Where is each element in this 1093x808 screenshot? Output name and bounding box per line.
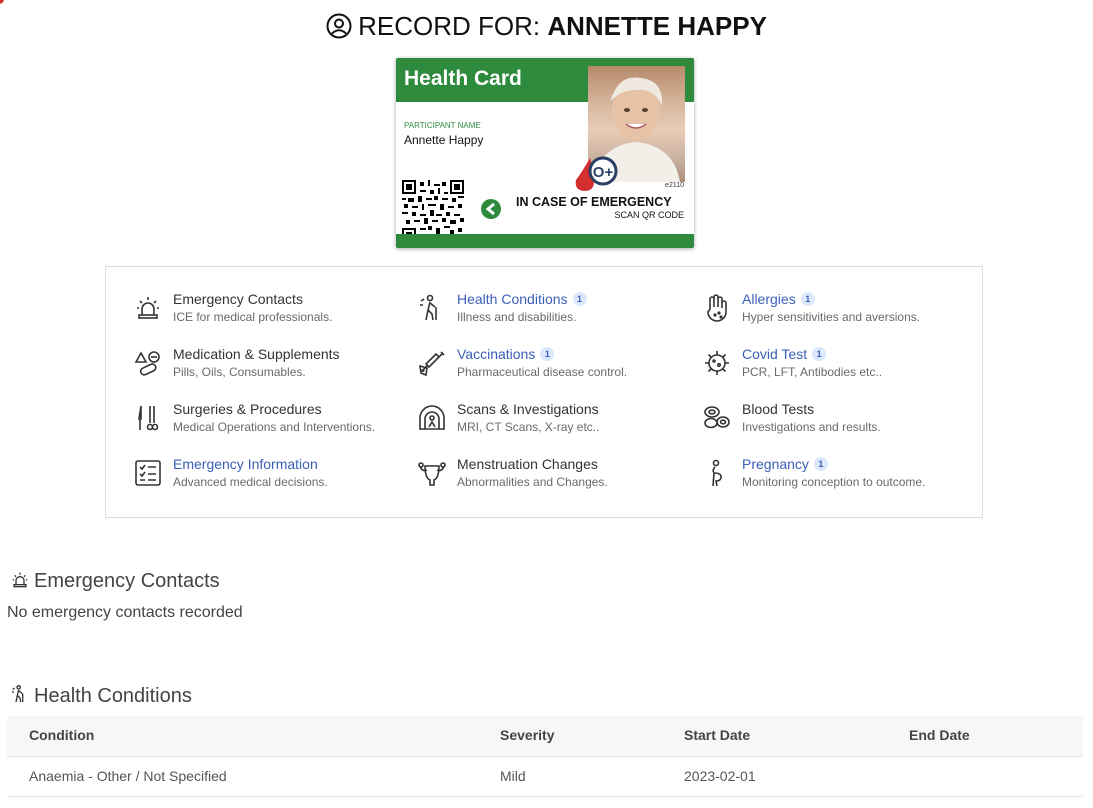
column-header-condition[interactable]: Condition (29, 716, 94, 754)
category-subtitle: PCR, LFT, Antibodies etc.. (742, 365, 883, 379)
count-badge: 1 (812, 347, 827, 361)
page-title: RECORD FOR: ANNETTE HAPPY (0, 8, 1093, 48)
emergency-contacts-heading: Emergency Contacts (10, 567, 220, 598)
category-title: Surgeries & Procedures (173, 401, 322, 417)
blood-type-badge: O+ (572, 154, 622, 199)
empty-contacts-message: No emergency contacts recorded (7, 604, 243, 621)
category-blood-tests[interactable]: Blood Tests Investigations and results. (702, 401, 972, 441)
category-subtitle: Hyper sensitivities and aversions. (742, 310, 921, 324)
category-health-conditions[interactable]: Health Conditions 1 Illness and disabilit… (417, 291, 687, 331)
category-medication-supplements[interactable]: Medication & Supplements Pills, Oils, Co… (133, 346, 403, 386)
category-subtitle: Illness and disabilities. (457, 310, 577, 324)
category-title: Medication & Supplements (173, 346, 340, 362)
back-arrow-icon (480, 198, 502, 225)
category-title: Menstruation Changes (457, 456, 598, 472)
health-card[interactable]: Health Card PARTICIPANT NAME Annette Hap… (396, 58, 694, 248)
category-pregnancy[interactable]: Pregnancy 1 Monitoring conception to outc… (702, 456, 972, 496)
category-emergency-contacts[interactable]: Emergency Contacts ICE for medical profe… (133, 291, 403, 331)
category-title-text: Covid Test (742, 346, 808, 362)
category-subtitle: Monitoring conception to outcome. (742, 475, 926, 489)
category-subtitle: Investigations and results. (742, 420, 881, 434)
section-title: Emergency Contacts (34, 570, 220, 592)
category-surgeries-procedures[interactable]: Surgeries & Procedures Medical Operation… (133, 401, 403, 441)
ice-text: IN CASE OF EMERGENCY (516, 195, 672, 209)
participant-name-label: PARTICIPANT NAME (404, 121, 481, 130)
uterus-icon (417, 458, 447, 488)
participant-name: Annette Happy (404, 133, 484, 147)
scalpel-icon (133, 403, 163, 433)
health-conditions-heading: Health Conditions (10, 682, 192, 713)
category-subtitle: Abnormalities and Changes. (457, 475, 608, 489)
patient-name: ANNETTE HAPPY (547, 11, 767, 41)
category-menstruation-changes[interactable]: Menstruation Changes Abnormalities and C… (417, 456, 687, 496)
virus-icon (702, 348, 732, 378)
user-circle-icon (326, 12, 352, 48)
category-title: Health Conditions 1 (457, 291, 587, 307)
category-title-text: Allergies (742, 291, 796, 307)
table-header: Condition Severity Start Date End Date (7, 716, 1083, 757)
column-header-severity[interactable]: Severity (500, 716, 554, 754)
category-title: Emergency Information (173, 456, 318, 472)
condition-cell: Anaemia - Other / Not Specified (29, 768, 227, 784)
start-date-cell: 2023-02-01 (684, 768, 756, 784)
category-title: Pregnancy 1 (742, 456, 828, 472)
category-title: Blood Tests (742, 401, 815, 417)
category-subtitle: Advanced medical decisions. (173, 475, 328, 489)
person-cane-icon (417, 293, 447, 323)
category-subtitle: Pharmaceutical disease control. (457, 365, 628, 379)
category-subtitle: Pills, Oils, Consumables. (173, 365, 306, 379)
count-badge: 1 (813, 457, 828, 471)
category-emergency-information[interactable]: Emergency Information Advanced medical d… (133, 456, 403, 496)
pregnant-icon (702, 458, 732, 488)
category-allergies[interactable]: Allergies 1 Hyper sensitivities and avers… (702, 291, 972, 331)
column-header-start-date[interactable]: Start Date (684, 716, 750, 754)
category-subtitle: ICE for medical professionals. (173, 310, 333, 324)
card-title: Health Card (404, 67, 522, 90)
category-title-text: Pregnancy (742, 456, 809, 472)
category-covid-test[interactable]: Covid Test 1 PCR, LFT, Antibodies etc.. (702, 346, 972, 386)
category-subtitle: Medical Operations and Interventions. (173, 420, 376, 434)
card-footer-band (396, 234, 694, 248)
categories-panel: Emergency Contacts ICE for medical profe… (105, 266, 983, 518)
count-badge: 1 (800, 292, 815, 306)
blood-cells-icon (702, 403, 732, 433)
column-header-end-date[interactable]: End Date (909, 716, 970, 754)
category-title: Vaccinations 1 (457, 346, 555, 362)
title-prefix: RECORD FOR: (358, 11, 541, 41)
corner-marker (0, 0, 4, 4)
category-vaccinations[interactable]: Vaccinations 1 Pharmaceutical disease con… (417, 346, 687, 386)
category-title: Covid Test 1 (742, 346, 827, 362)
blood-type-text: O+ (593, 164, 614, 181)
category-title: Emergency Contacts (173, 291, 303, 307)
scan-qr-text: SCAN QR CODE (614, 210, 684, 220)
qr-code[interactable] (402, 180, 464, 242)
count-badge: 1 (572, 292, 587, 306)
health-conditions-table: Condition Severity Start Date End Date A… (7, 716, 1083, 797)
section-title: Health Conditions (34, 685, 192, 707)
siren-icon (10, 570, 30, 598)
category-subtitle: MRI, CT Scans, X-ray etc.. (457, 420, 600, 434)
scanner-icon (417, 403, 447, 433)
siren-icon (133, 293, 163, 323)
category-title: Allergies 1 (742, 291, 815, 307)
person-cane-icon (10, 683, 30, 713)
pills-icon (133, 348, 163, 378)
category-title-text: Health Conditions (457, 291, 568, 307)
category-title-text: Vaccinations (457, 346, 536, 362)
hand-icon (702, 293, 732, 323)
syringe-icon (417, 348, 447, 378)
card-number: e2110 (665, 182, 684, 189)
category-title: Scans & Investigations (457, 401, 599, 417)
table-row[interactable]: Anaemia - Other / Not Specified Mild 202… (7, 757, 1083, 797)
checklist-icon (133, 458, 163, 488)
count-badge: 1 (540, 347, 555, 361)
severity-cell: Mild (500, 768, 526, 784)
category-scans-investigations[interactable]: Scans & Investigations MRI, CT Scans, X-… (417, 401, 687, 441)
